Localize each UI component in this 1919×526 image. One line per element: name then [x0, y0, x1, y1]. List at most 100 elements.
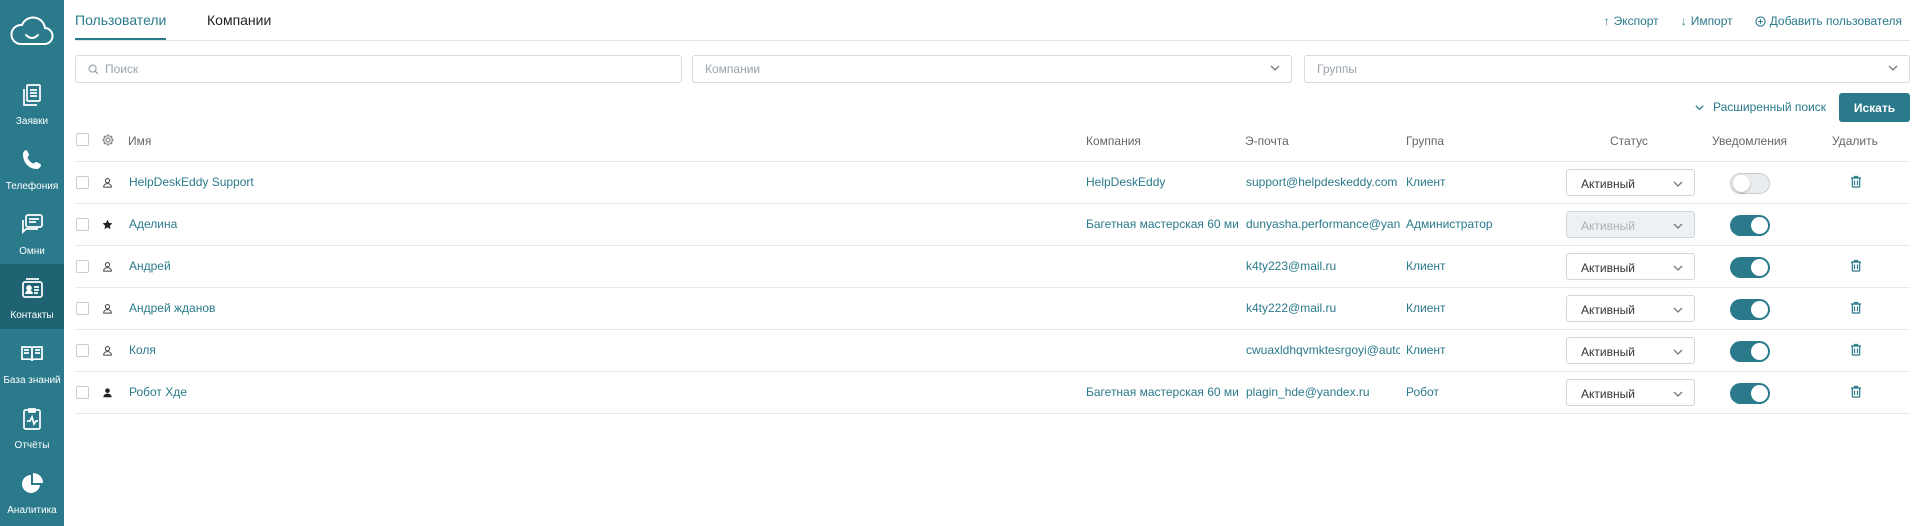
group-link[interactable]: Клиент — [1406, 343, 1556, 357]
group-link[interactable]: Робот — [1406, 385, 1556, 399]
status-value: Активный — [1581, 387, 1635, 401]
chevron-down-icon — [1672, 262, 1684, 277]
status-select[interactable]: Активный — [1566, 253, 1695, 280]
table-row[interactable]: Коля cwuaxldhqvmktesrgoyi@autc Клиент Актив… — [75, 330, 1910, 372]
select-all-checkbox[interactable] — [76, 133, 89, 146]
groups-select[interactable]: Группы — [1304, 55, 1910, 83]
group-link[interactable]: Клиент — [1406, 175, 1556, 189]
table-row[interactable]: Андрей жданов k4ty222@mail.ru Клиент Активн… — [75, 288, 1910, 330]
add-user-button[interactable]: Добавить пользователя — [1755, 14, 1902, 28]
user-outline-icon — [100, 301, 114, 315]
table-row[interactable]: Робот Хде Багетная мастерская 60 ми plagin… — [75, 372, 1910, 414]
plus-circle-icon — [1755, 15, 1766, 27]
status-value: Активный — [1581, 261, 1635, 275]
email-link[interactable]: plagin_hde@yandex.ru — [1246, 385, 1400, 399]
toggle-knob — [1733, 175, 1750, 192]
contacts-icon — [19, 276, 45, 305]
email-link[interactable]: cwuaxldhqvmktesrgoyi@autc — [1246, 343, 1400, 357]
row-checkbox[interactable] — [76, 386, 89, 399]
chevron-down-icon — [1269, 62, 1281, 77]
add-user-label: Добавить пользователя — [1769, 14, 1902, 28]
toggle-knob — [1751, 343, 1768, 360]
export-label: Экспорт — [1613, 14, 1659, 28]
user-name-link[interactable]: Андрей — [129, 259, 1029, 273]
row-checkbox[interactable] — [76, 176, 89, 189]
column-group[interactable]: Группа — [1406, 134, 1444, 148]
status-value: Активный — [1581, 345, 1635, 359]
sidebar-item-phone[interactable]: Телефония — [0, 135, 64, 200]
notifications-toggle[interactable] — [1730, 173, 1770, 194]
column-email[interactable]: Э-почта — [1245, 134, 1289, 148]
column-company[interactable]: Компания — [1086, 134, 1141, 148]
search-input[interactable]: Поиск — [75, 55, 682, 83]
export-button[interactable]: ↑ Экспорт — [1604, 14, 1659, 28]
email-link[interactable]: k4ty222@mail.ru — [1246, 301, 1400, 315]
advanced-search-toggle[interactable]: Расширенный поиск — [1694, 100, 1826, 114]
row-checkbox[interactable] — [76, 344, 89, 357]
notifications-toggle[interactable] — [1730, 257, 1770, 278]
sidebar-item-report[interactable]: Отчёты — [0, 394, 64, 459]
sidebar-item-contacts[interactable]: Контакты — [0, 264, 64, 329]
chevron-down-icon — [1672, 304, 1684, 319]
cloud-icon — [10, 16, 54, 45]
column-status[interactable]: Статус — [1610, 134, 1648, 148]
user-name-link[interactable]: Андрей жданов — [129, 301, 1029, 315]
user-name-link[interactable]: Робот Хде — [129, 385, 1029, 399]
column-delete: Удалить — [1832, 134, 1878, 148]
notifications-toggle[interactable] — [1730, 215, 1770, 236]
tab-companies[interactable]: Компании — [207, 12, 271, 28]
sidebar-item-label: Омни — [19, 246, 45, 257]
sidebar-item-book[interactable]: База знаний — [0, 329, 64, 394]
chevron-down-icon — [1672, 388, 1684, 403]
pie-chart-icon — [19, 471, 45, 500]
sidebar-item-documents[interactable]: Заявки — [0, 70, 64, 135]
trash-icon[interactable] — [1850, 301, 1864, 315]
trash-icon[interactable] — [1850, 175, 1864, 189]
email-link[interactable]: k4ty223@mail.ru — [1246, 259, 1400, 273]
row-checkbox[interactable] — [76, 218, 89, 231]
companies-select[interactable]: Компании — [692, 55, 1292, 83]
chat-icon — [19, 212, 45, 241]
trash-icon[interactable] — [1850, 259, 1864, 273]
table-row[interactable]: HelpDeskEddy Support HelpDeskEddy support@… — [75, 162, 1910, 204]
user-name-link[interactable]: Аделина — [129, 217, 1029, 231]
tab-users[interactable]: Пользователи — [75, 12, 166, 28]
email-link[interactable]: dunyasha.performance@yan — [1246, 217, 1400, 231]
row-checkbox[interactable] — [76, 260, 89, 273]
table-row[interactable]: Андрей k4ty223@mail.ru Клиент Активный — [75, 246, 1910, 288]
import-button[interactable]: ↓ Импорт — [1681, 14, 1733, 28]
user-name-link[interactable]: Коля — [129, 343, 1029, 357]
advanced-search-label: Расширенный поиск — [1713, 100, 1826, 114]
status-select[interactable]: Активный — [1566, 379, 1695, 406]
group-link[interactable]: Клиент — [1406, 301, 1556, 315]
notifications-toggle[interactable] — [1730, 299, 1770, 320]
email-link[interactable]: support@helpdeskeddy.com — [1246, 175, 1400, 189]
table-row[interactable]: Аделина Багетная мастерская 60 ми dunyasha… — [75, 204, 1910, 246]
company-link[interactable]: HelpDeskEddy — [1086, 175, 1238, 189]
status-value: Активный — [1581, 219, 1635, 233]
chevron-down-icon — [1672, 220, 1684, 235]
notifications-toggle[interactable] — [1730, 341, 1770, 362]
report-icon — [19, 406, 45, 435]
toggle-knob — [1751, 217, 1768, 234]
trash-icon[interactable] — [1850, 343, 1864, 357]
chevron-down-icon — [1887, 62, 1899, 77]
sidebar-item-pie-chart[interactable]: Аналитика — [0, 459, 64, 524]
status-select[interactable]: Активный — [1566, 169, 1695, 196]
status-select[interactable]: Активный — [1566, 337, 1695, 364]
chevron-down-icon — [1695, 104, 1704, 110]
search-button[interactable]: Искать — [1839, 93, 1910, 122]
settings-icon[interactable] — [101, 133, 115, 150]
column-name[interactable]: Имя — [128, 134, 151, 148]
status-select[interactable]: Активный — [1566, 295, 1695, 322]
group-link[interactable]: Клиент — [1406, 259, 1556, 273]
group-link[interactable]: Администратор — [1406, 217, 1556, 231]
notifications-toggle[interactable] — [1730, 383, 1770, 404]
trash-icon[interactable] — [1850, 385, 1864, 399]
company-link[interactable]: Багетная мастерская 60 ми — [1086, 385, 1238, 399]
logo[interactable] — [0, 0, 64, 64]
sidebar-item-chat[interactable]: Омни — [0, 200, 64, 265]
company-link[interactable]: Багетная мастерская 60 ми — [1086, 217, 1238, 231]
row-checkbox[interactable] — [76, 302, 89, 315]
user-name-link[interactable]: HelpDeskEddy Support — [129, 175, 1029, 189]
